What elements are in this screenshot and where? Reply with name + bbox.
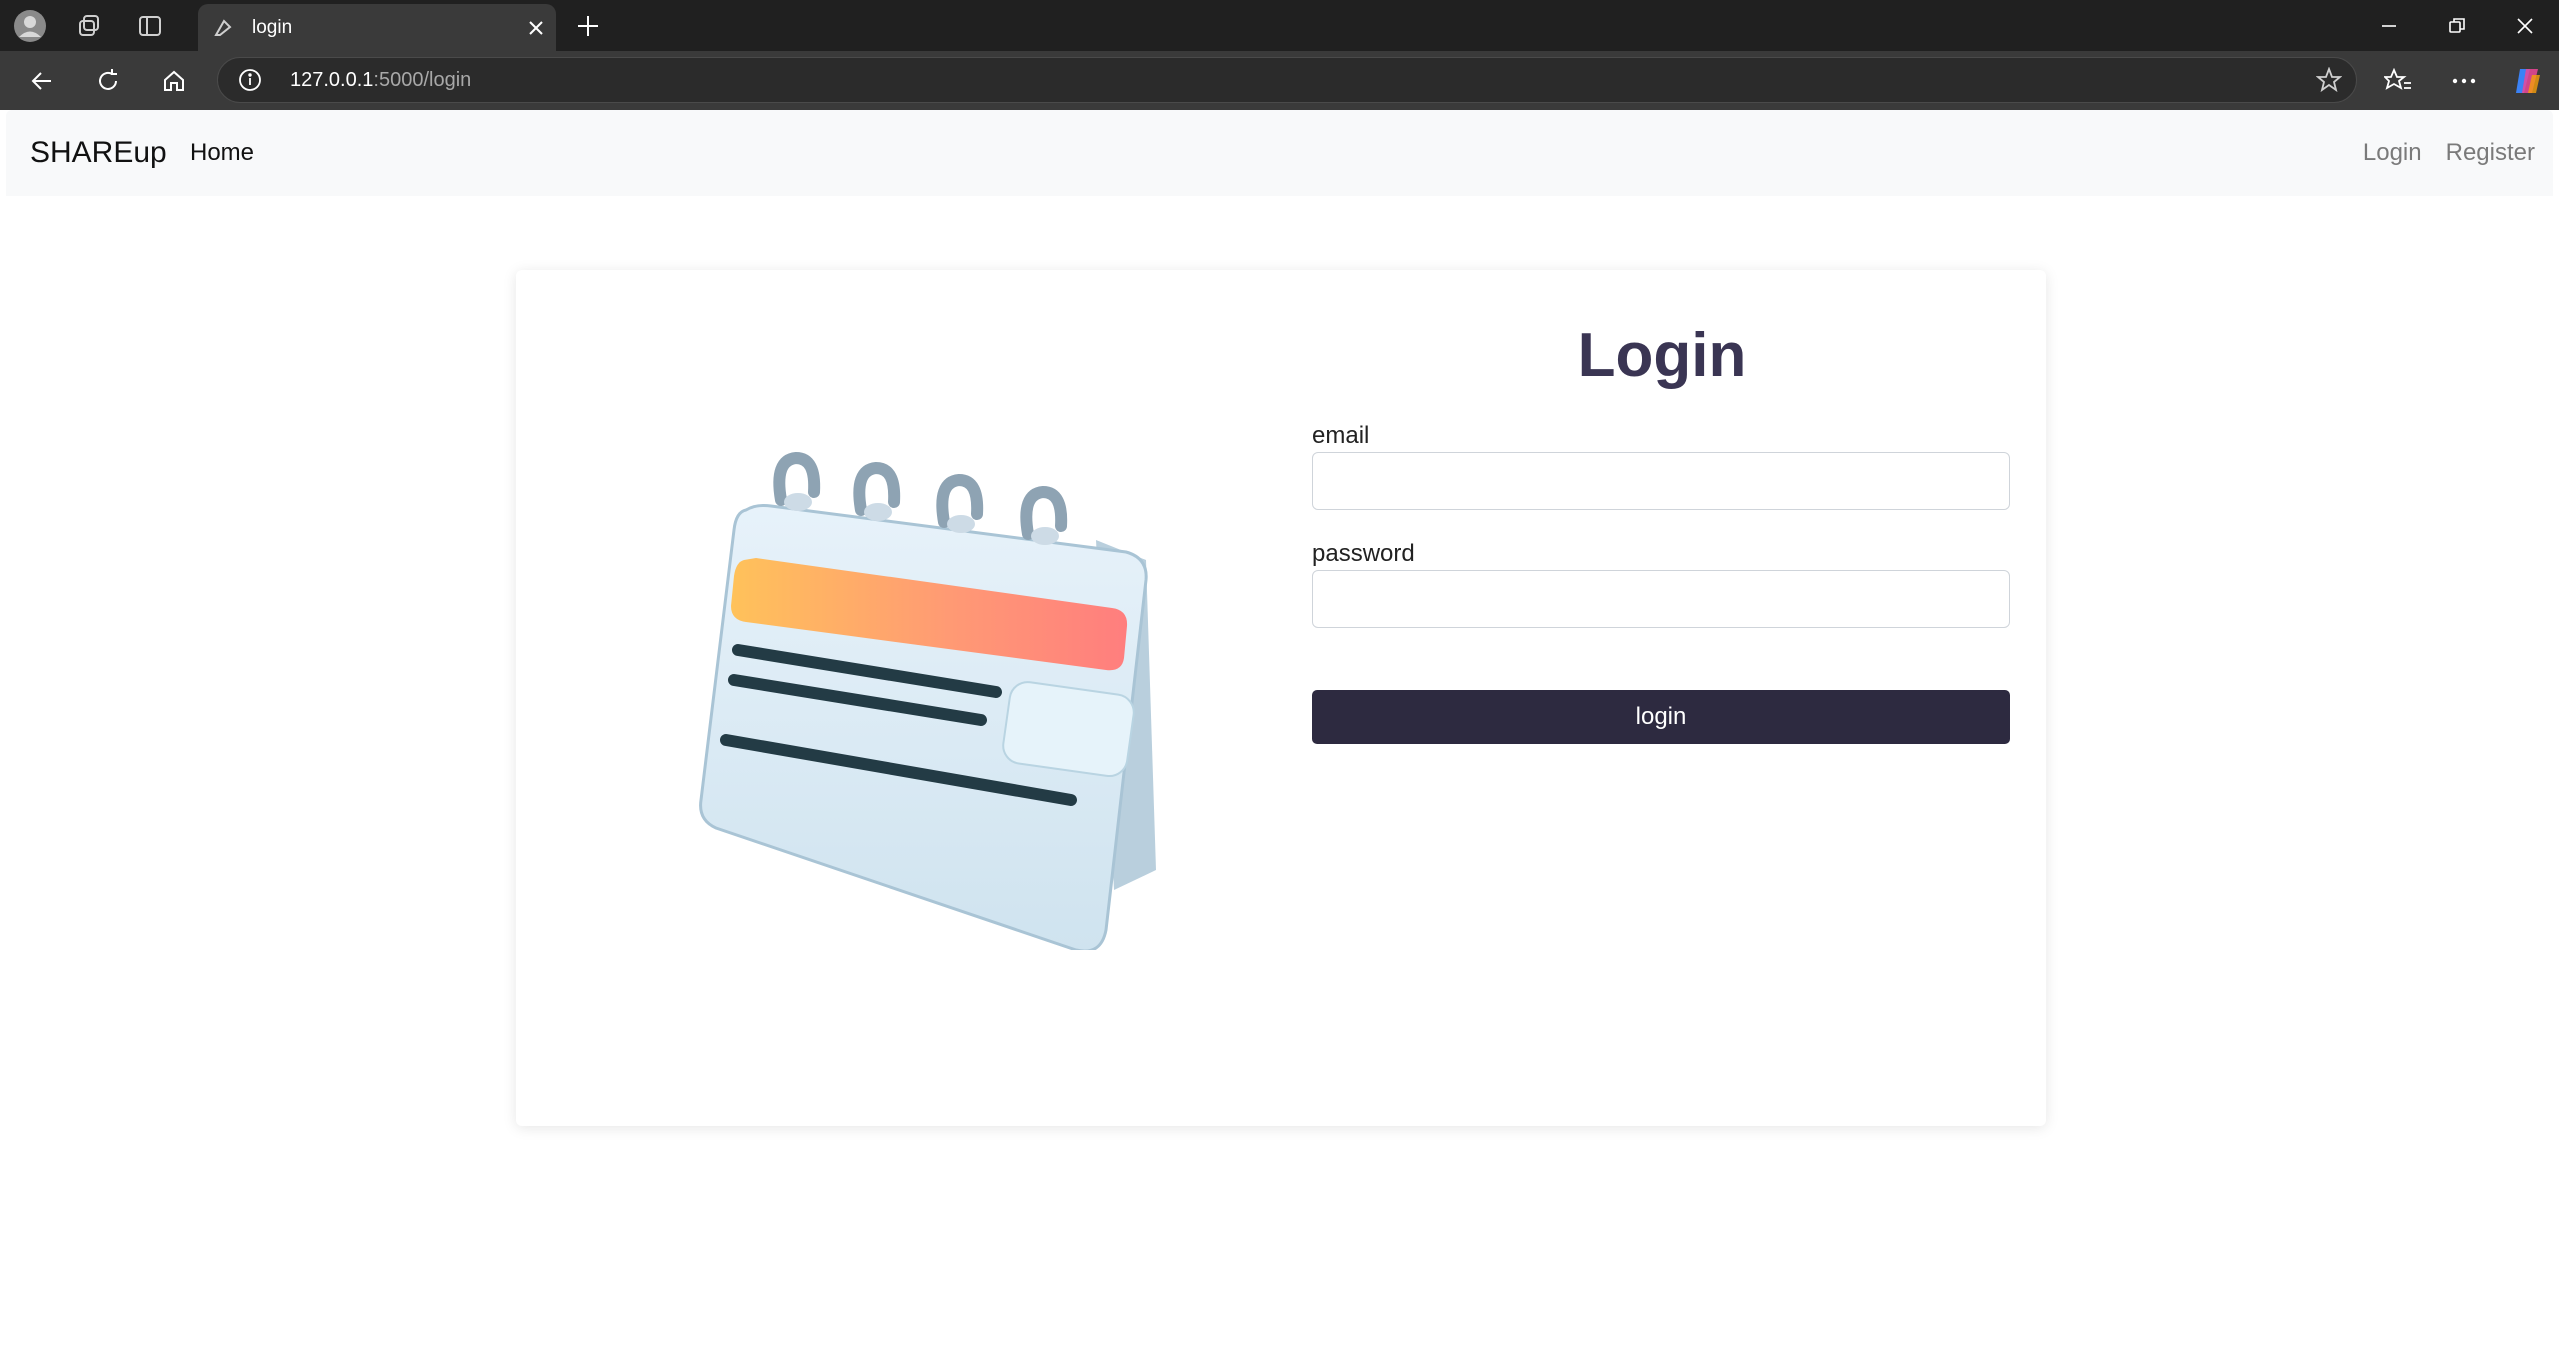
- minimize-icon[interactable]: [2355, 0, 2423, 51]
- profile-icon[interactable]: [0, 0, 60, 51]
- page-title: Login: [1577, 321, 1747, 390]
- email-field[interactable]: [1312, 452, 2010, 510]
- new-tab-icon[interactable]: [566, 4, 610, 48]
- site-navbar: SHAREup Home Login Register: [6, 110, 2553, 196]
- more-menu-icon[interactable]: [2442, 59, 2486, 103]
- workspaces-icon[interactable]: [60, 0, 120, 51]
- browser-tab-active[interactable]: login: [198, 4, 556, 51]
- url-host: 127.0.0.1: [290, 68, 374, 91]
- password-field[interactable]: [1312, 570, 2010, 628]
- login-card: Login email password login: [516, 270, 2046, 1126]
- back-icon[interactable]: [20, 59, 64, 103]
- tab-close-icon[interactable]: [516, 8, 556, 48]
- notepad-illustration-icon: [676, 430, 1216, 953]
- navbar-brand[interactable]: SHAREup: [30, 136, 167, 170]
- site-info-icon[interactable]: [238, 68, 274, 92]
- address-bar[interactable]: 127.0.0.1:5000/login: [217, 57, 2357, 103]
- nav-link-login[interactable]: Login: [2363, 139, 2422, 167]
- password-label: password: [1312, 540, 1415, 567]
- nav-link-home[interactable]: Home: [190, 139, 254, 167]
- restore-icon[interactable]: [2423, 0, 2491, 51]
- tab-favicon-icon: [212, 17, 238, 39]
- navbar-right: Login Register: [2363, 139, 2535, 167]
- browser-toolbar: 127.0.0.1:5000/login: [0, 51, 2559, 110]
- home-icon[interactable]: [152, 59, 196, 103]
- copilot-icon[interactable]: [2506, 59, 2550, 103]
- browser-titlebar: login: [0, 0, 2559, 51]
- web-page: SHAREup Home Login Register Login email …: [6, 110, 2553, 1356]
- tab-title: login: [252, 16, 293, 38]
- close-window-icon[interactable]: [2491, 0, 2559, 51]
- vertical-tabs-icon[interactable]: [120, 0, 180, 51]
- refresh-icon[interactable]: [86, 59, 130, 103]
- login-button[interactable]: login: [1312, 690, 2010, 744]
- nav-link-register[interactable]: Register: [2446, 139, 2535, 167]
- favorites-icon[interactable]: [2376, 59, 2420, 103]
- window-controls: [2355, 0, 2559, 51]
- favorite-star-icon[interactable]: [2315, 66, 2343, 99]
- url-path: :5000/login: [373, 68, 472, 91]
- email-label: email: [1312, 422, 1370, 449]
